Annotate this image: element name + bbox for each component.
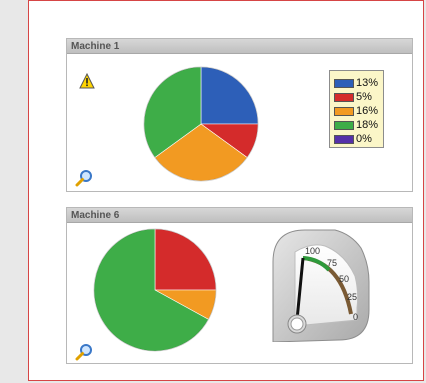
legend-item: 18% <box>334 118 383 132</box>
magnifier-icon[interactable] <box>75 343 93 361</box>
legend-machine-1: 13% 5% 16% 18% 0% <box>329 70 384 148</box>
gauge-machine-6: 100 75 50 25 0 <box>272 229 370 342</box>
machine-panel-6: Machine 6 100 75 50 25 0 <box>66 207 413 364</box>
gauge-tick-label: 100 <box>305 246 320 256</box>
panel-title-machine-6: Machine 6 <box>67 208 412 223</box>
legend-label: 16% <box>356 105 379 117</box>
gauge-tick-label: 25 <box>347 292 357 302</box>
pie-slice <box>154 228 217 291</box>
legend-item: 5% <box>334 90 383 104</box>
legend-label: 18% <box>356 119 379 131</box>
gauge-tick-label: 50 <box>339 274 349 284</box>
pie-slice <box>200 66 259 125</box>
panel-title-machine-1: Machine 1 <box>67 39 412 54</box>
legend-swatch <box>334 134 354 144</box>
legend-label: 5% <box>356 91 372 103</box>
legend-item: 13% <box>334 76 383 90</box>
pie-chart-machine-1 <box>143 66 259 182</box>
legend-swatch <box>334 106 354 116</box>
legend-item: 0% <box>334 132 383 146</box>
dashboard-frame: Machine 1 13% 5% 16% 18% 0% Machine 6 10… <box>28 0 424 381</box>
machine-panel-1: Machine 1 13% 5% 16% 18% 0% <box>66 38 413 192</box>
gauge-tick-label: 75 <box>327 258 337 268</box>
warning-icon[interactable] <box>79 73 95 89</box>
legend-label: 13% <box>356 77 379 89</box>
legend-swatch <box>334 120 354 130</box>
legend-swatch <box>334 92 354 102</box>
legend-label: 0% <box>356 133 372 145</box>
magnifier-icon[interactable] <box>75 169 93 187</box>
gauge-hub-center <box>290 317 304 331</box>
gauge-tick-label: 0 <box>353 312 358 322</box>
pie-chart-machine-6 <box>93 228 217 352</box>
legend-swatch <box>334 78 354 88</box>
legend-item: 16% <box>334 104 383 118</box>
